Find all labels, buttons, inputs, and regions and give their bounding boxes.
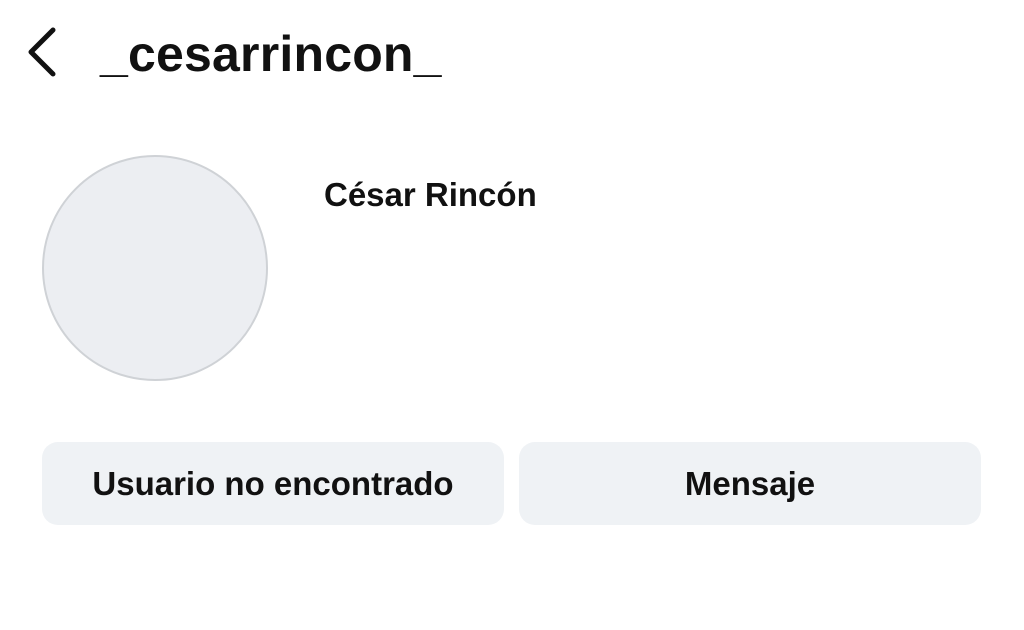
user-not-found-button[interactable]: Usuario no encontrado (42, 442, 504, 525)
message-button[interactable]: Mensaje (519, 442, 981, 525)
chevron-left-icon (25, 26, 59, 83)
profile-header: _cesarrincon_ (0, 0, 1024, 110)
back-button[interactable] (14, 20, 70, 88)
profile-display-name: César Rincón (324, 176, 537, 213)
avatar (42, 155, 268, 381)
page-title-username: _cesarrincon_ (100, 26, 442, 82)
